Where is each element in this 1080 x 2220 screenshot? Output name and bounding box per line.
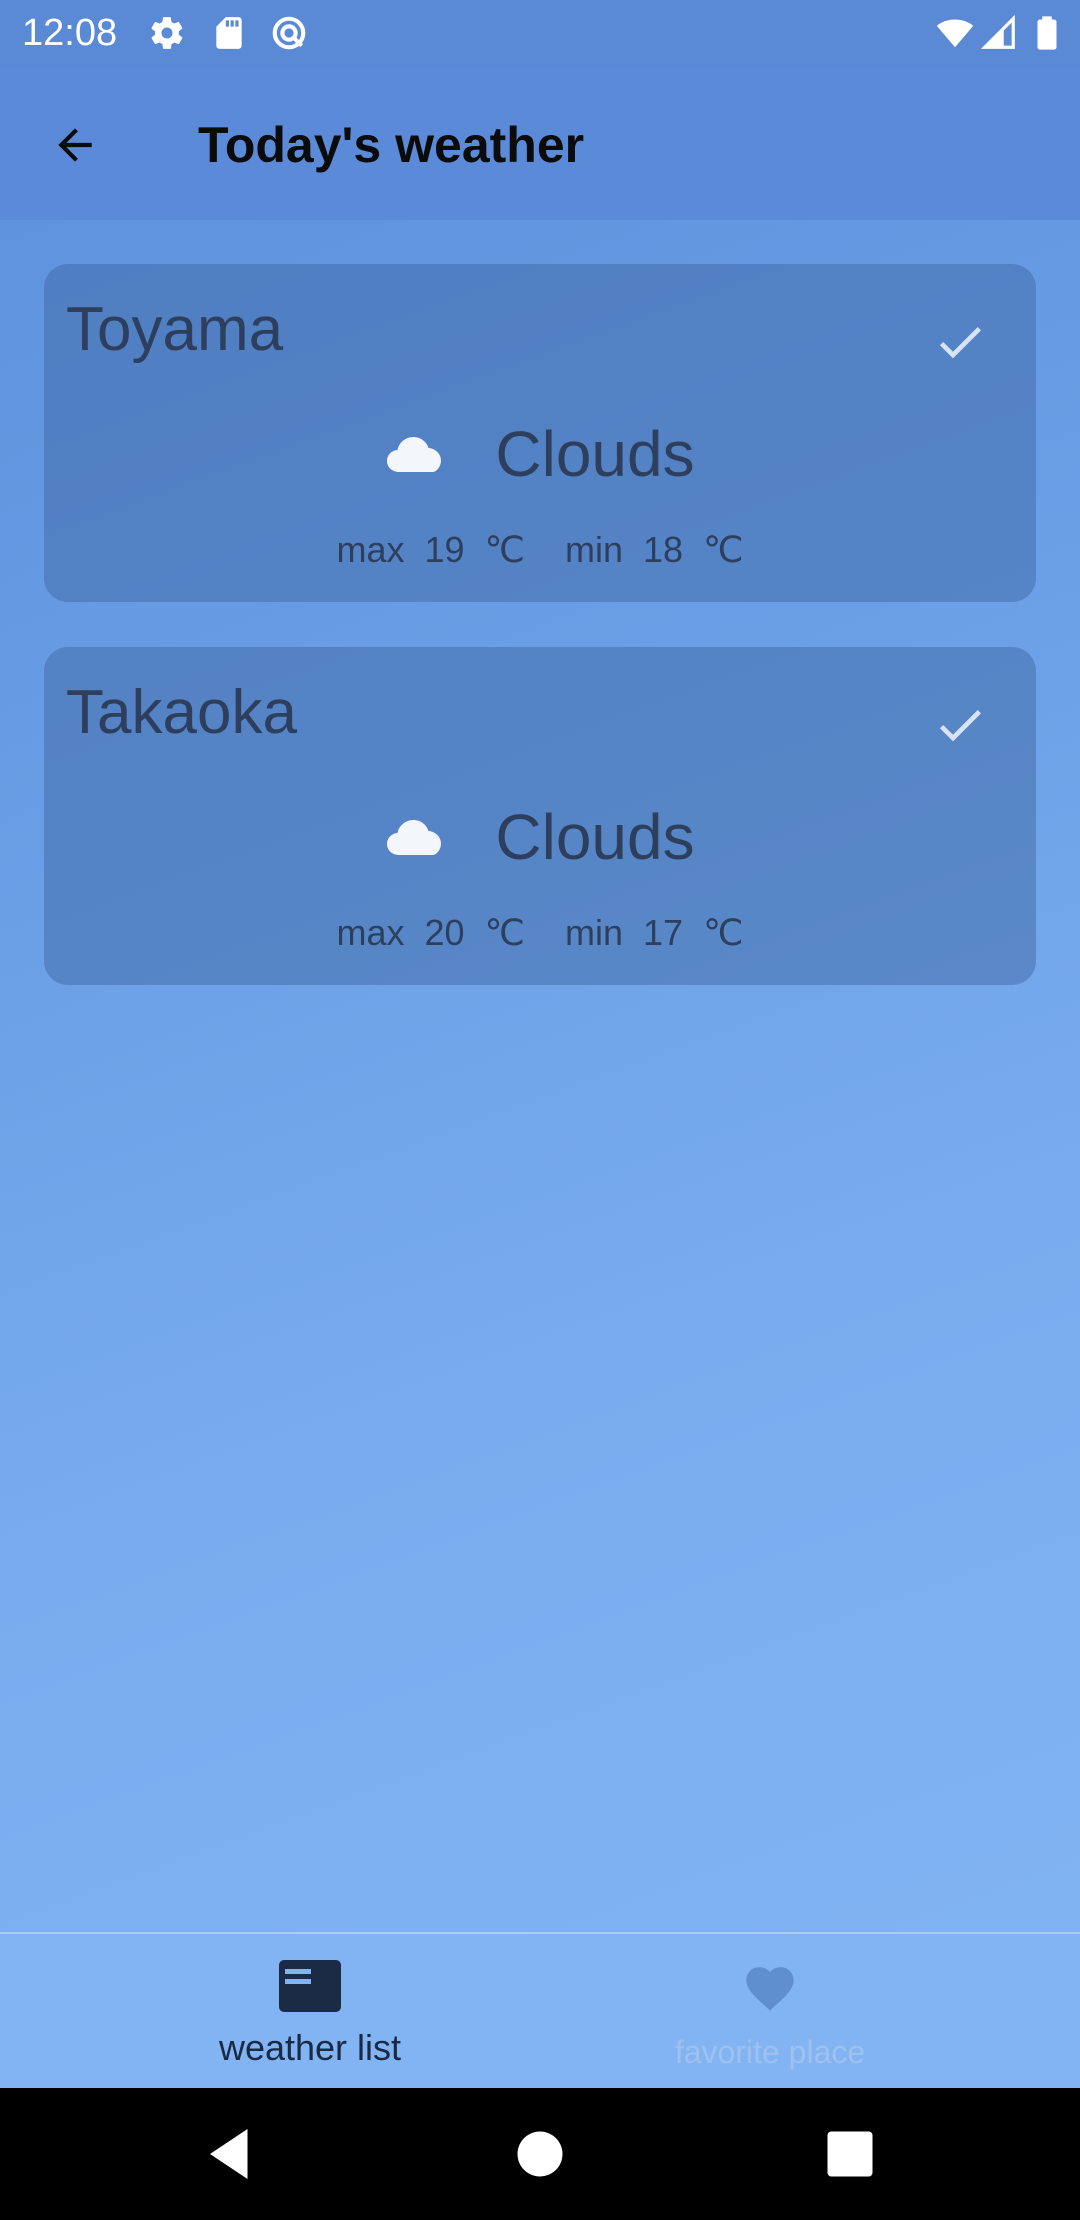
heart-icon — [746, 1967, 794, 2011]
weather-card-takaoka[interactable]: Takaoka Clouds max 20 ℃ min 17 ℃ — [44, 647, 1036, 985]
max-label: max — [336, 912, 405, 953]
max-label: max — [336, 529, 405, 570]
city-name: Takaoka — [66, 678, 297, 747]
bottom-navigation: weather list favorite place — [0, 1932, 1080, 2090]
home-circle-icon[interactable] — [510, 2124, 570, 2184]
cloud-icon — [387, 820, 442, 855]
nav-item-favorite-place[interactable]: favorite place — [500, 1934, 1040, 2090]
nav-item-weather-list[interactable]: weather list — [40, 1934, 580, 2090]
recents-square-icon[interactable] — [820, 2124, 880, 2184]
weather-screen: 12:08 Today's weather Toyama Clouds max … — [0, 0, 1080, 2220]
check-icon[interactable] — [932, 314, 988, 370]
sync-icon — [272, 16, 306, 50]
min-value: 18 — [643, 529, 684, 570]
min-label: min — [565, 529, 624, 570]
cloud-icon — [387, 437, 442, 472]
back-button[interactable] — [40, 110, 110, 180]
signal-icon — [980, 14, 1015, 49]
nav-label: weather list — [218, 2027, 402, 2068]
status-bar: 12:08 — [0, 0, 1080, 66]
min-unit: ℃ — [703, 912, 744, 953]
weather-card-toyama[interactable]: Toyama Clouds max 19 ℃ min 18 ℃ — [44, 264, 1036, 602]
min-unit: ℃ — [703, 529, 744, 570]
status-time: 12:08 — [22, 12, 118, 54]
page-title: Today's weather — [198, 117, 585, 173]
list-card-icon — [279, 1960, 341, 2012]
max-value: 19 — [424, 529, 465, 570]
settings-icon — [151, 17, 183, 49]
weather-condition: Clouds — [495, 418, 695, 490]
max-unit: ℃ — [484, 912, 525, 953]
back-triangle-icon[interactable] — [200, 2124, 260, 2184]
battery-icon — [1037, 16, 1057, 50]
min-label: min — [565, 912, 624, 953]
temperature-row: max 19 ℃ min 18 ℃ — [44, 528, 1036, 572]
weather-condition: Clouds — [495, 801, 695, 873]
temperature-row: max 20 ℃ min 17 ℃ — [44, 911, 1036, 955]
sd-card-icon — [216, 17, 242, 49]
check-icon[interactable] — [932, 697, 988, 753]
weather-condition-row: Clouds — [44, 414, 1036, 494]
wifi-icon — [936, 19, 974, 48]
nav-label: favorite place — [674, 2034, 866, 2070]
city-name: Toyama — [66, 295, 284, 364]
app-bar: Today's weather — [0, 66, 1080, 220]
weather-condition-row: Clouds — [44, 797, 1036, 877]
max-value: 20 — [424, 912, 465, 953]
system-navigation-bar — [0, 2088, 1080, 2220]
arrow-back-icon — [58, 128, 92, 162]
min-value: 17 — [643, 912, 684, 953]
max-unit: ℃ — [484, 529, 525, 570]
